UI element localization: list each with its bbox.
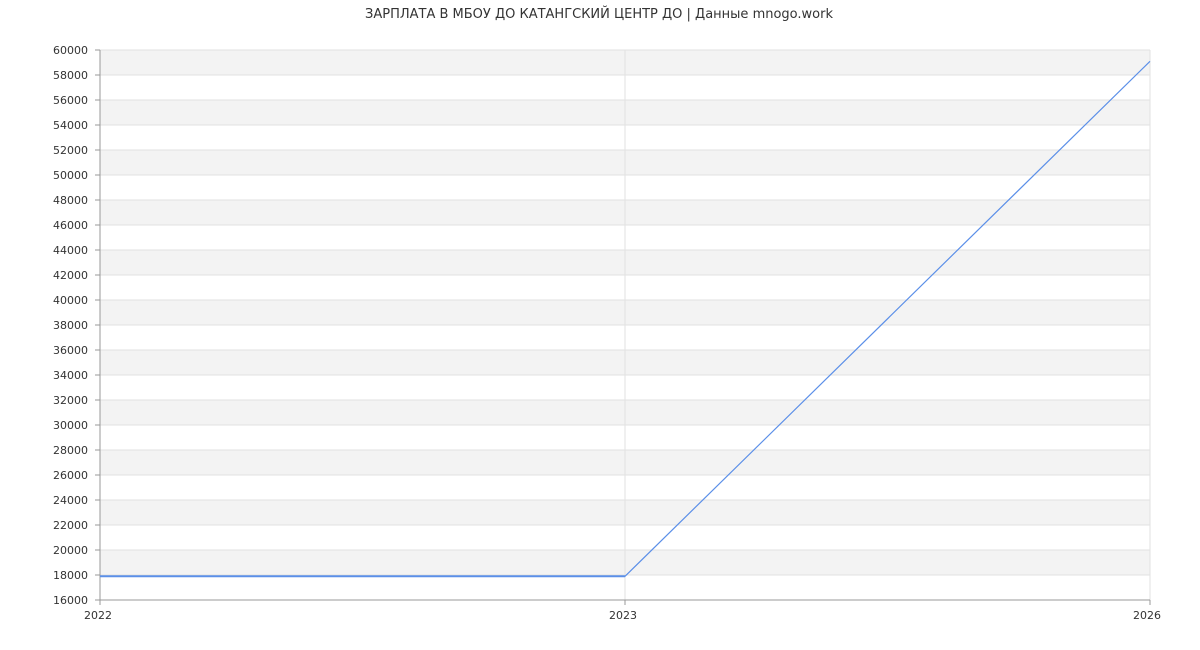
y-tick-label: 30000: [53, 419, 88, 432]
y-tick-label: 40000: [53, 294, 88, 307]
y-tick-label: 48000: [53, 194, 88, 207]
y-tick-label: 60000: [53, 44, 88, 57]
y-tick-label: 26000: [53, 469, 88, 482]
y-tick-label: 22000: [53, 519, 88, 532]
y-tick-labels: 16000 18000 20000 22000 24000 26000 28000 30000…: [53, 44, 88, 607]
x-tick-labels: 2022 2023 2026: [84, 609, 1161, 622]
y-tick-label: 52000: [53, 144, 88, 157]
y-tick-label: 46000: [53, 219, 88, 232]
y-tick-label: 32000: [53, 394, 88, 407]
x-tick-label: 2023: [609, 609, 637, 622]
y-tick-label: 56000: [53, 94, 88, 107]
y-tick-label: 20000: [53, 544, 88, 557]
salary-line-chart: ЗАРПЛАТА В МБОУ ДО КАТАНГСКИЙ ЦЕНТР ДО |…: [53, 6, 1161, 622]
x-tick-label: 2022: [84, 609, 112, 622]
y-tick-label: 42000: [53, 269, 88, 282]
y-tick-label: 50000: [53, 169, 88, 182]
y-tick-label: 58000: [53, 69, 88, 82]
x-tick-label: 2026: [1133, 609, 1161, 622]
y-tick-label: 54000: [53, 119, 88, 132]
y-tick-label: 36000: [53, 344, 88, 357]
y-tick-label: 38000: [53, 319, 88, 332]
y-tick-label: 34000: [53, 369, 88, 382]
y-tick-label: 28000: [53, 444, 88, 457]
y-tick-label: 16000: [53, 594, 88, 607]
y-tick-label: 44000: [53, 244, 88, 257]
y-tick-label: 18000: [53, 569, 88, 582]
chart-title: ЗАРПЛАТА В МБОУ ДО КАТАНГСКИЙ ЦЕНТР ДО |…: [365, 6, 833, 22]
y-tick-label: 24000: [53, 494, 88, 507]
